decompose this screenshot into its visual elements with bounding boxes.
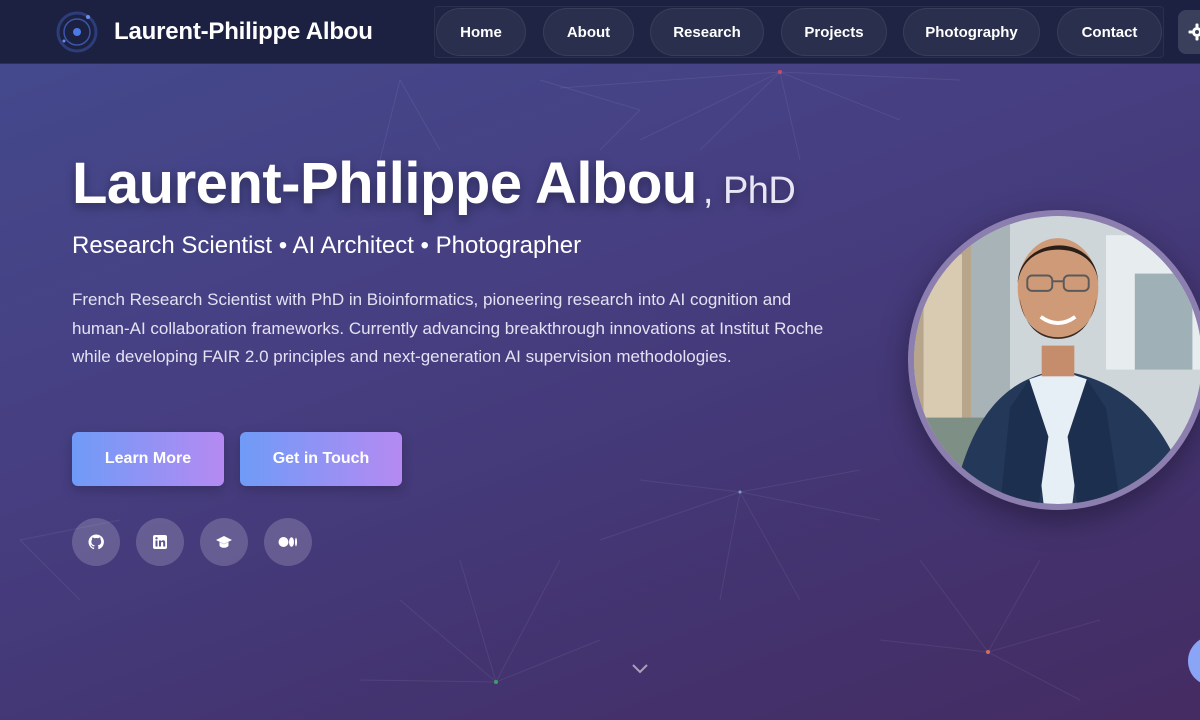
hero-bio: French Research Scientist with PhD in Bi… [72, 290, 824, 367]
scholar-link[interactable] [200, 518, 248, 566]
nav-projects[interactable]: Projects [781, 8, 887, 56]
linkedin-link[interactable] [136, 518, 184, 566]
nav-contact[interactable]: Contact [1057, 8, 1162, 56]
github-icon [88, 534, 104, 550]
top-navbar: Laurent-Philippe Albou Home About Resear… [0, 0, 1200, 64]
profile-photo [908, 210, 1200, 510]
nav-photography[interactable]: Photography [903, 8, 1040, 56]
nav-home[interactable]: Home [436, 8, 526, 56]
gear-icon [1188, 23, 1200, 41]
hero-tagline: Research Scientist • AI Architect • Phot… [72, 232, 582, 259]
nav-about[interactable]: About [543, 8, 634, 56]
nav-research[interactable]: Research [650, 8, 764, 56]
hero-title: Laurent-Philippe Albou, PhD [72, 150, 796, 217]
orbit-logo-icon [56, 11, 98, 53]
medium-icon [278, 537, 297, 547]
github-link[interactable] [72, 518, 120, 566]
scroll-down-chevron-icon[interactable] [630, 662, 650, 676]
medium-link[interactable] [264, 518, 312, 566]
brand-name: Laurent-Philippe Albou [114, 18, 373, 45]
get-in-touch-button[interactable]: Get in Touch [240, 432, 402, 486]
graduation-cap-icon [216, 536, 232, 548]
linkedin-icon [153, 535, 167, 549]
hero-suffix: , PhD [702, 170, 796, 212]
learn-more-button[interactable]: Learn More [72, 432, 224, 486]
brand[interactable]: Laurent-Philippe Albou [56, 11, 373, 53]
hero-name: Laurent-Philippe Albou [72, 151, 697, 216]
theme-toggle-button[interactable] [1178, 10, 1200, 54]
